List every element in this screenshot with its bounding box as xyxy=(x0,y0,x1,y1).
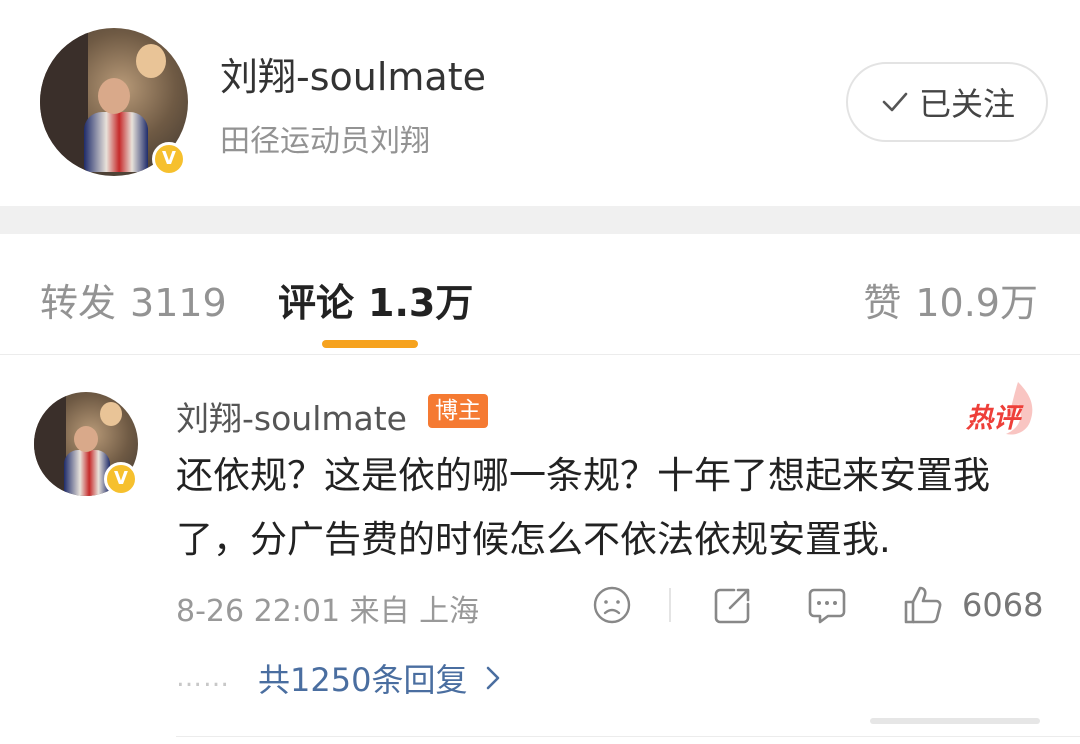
tab-comments[interactable]: 评论 1.3万 xyxy=(278,272,473,327)
avatar-child-face xyxy=(74,426,98,452)
action-divider xyxy=(669,588,671,622)
author-badge: 博主 xyxy=(428,394,488,428)
comment-icon[interactable] xyxy=(806,584,848,626)
tab-comments-count: 1.3万 xyxy=(368,281,474,325)
tab-repost-count: 3119 xyxy=(130,281,227,325)
tab-repost-label: 转发 xyxy=(40,281,117,325)
tab-likes-count: 10.9万 xyxy=(915,281,1038,325)
active-tab-indicator xyxy=(322,340,418,348)
sad-emoji-icon[interactable] xyxy=(592,584,632,626)
tab-comments-label: 评论 xyxy=(278,281,355,325)
profile-header: V 刘翔-soulmate 田径运动员刘翔 已关注 xyxy=(0,0,1080,206)
follow-button[interactable]: 已关注 xyxy=(846,62,1048,142)
hot-comment-label: 热评 xyxy=(966,403,1020,434)
avatar-background xyxy=(34,392,66,496)
profile-name[interactable]: 刘翔-soulmate xyxy=(220,46,486,101)
tab-repost[interactable]: 转发 3119 xyxy=(40,272,227,327)
watermark-dots-icon xyxy=(870,718,1040,724)
comment-item: V 刘翔-soulmate 博主 热评 还依规？这是依的哪一条规？十年了想起来安… xyxy=(0,356,1080,744)
comment-divider xyxy=(176,736,1080,737)
tab-likes-label: 赞 xyxy=(863,281,902,325)
replies-label: 共1250条回复 xyxy=(258,661,468,699)
avatar-child-body xyxy=(64,450,110,496)
tab-likes[interactable]: 赞 10.9万 xyxy=(863,272,1038,327)
avatar-child-body xyxy=(84,112,148,172)
section-separator xyxy=(0,206,1080,234)
comment-text: 还依规？这是依的哪一条规？十年了想起来安置我了，分广告费的时候怎么不依法依规安置… xyxy=(176,454,990,561)
hot-comment-badge: 热评 xyxy=(960,378,1040,438)
avatar-background xyxy=(40,28,88,176)
like-count: 6068 xyxy=(962,586,1044,624)
replies-dots: …… xyxy=(176,663,230,693)
follow-button-label: 已关注 xyxy=(918,85,1015,123)
avatar-doll xyxy=(136,44,166,78)
avatar-doll xyxy=(100,402,122,426)
share-icon[interactable] xyxy=(712,584,754,626)
profile-description: 田径运动员刘翔 xyxy=(220,124,430,159)
thumbs-up-icon[interactable] xyxy=(902,584,944,626)
avatar-child-face xyxy=(98,78,130,114)
verified-badge-icon: V xyxy=(152,142,186,176)
chevron-right-icon xyxy=(487,666,500,690)
commenter-name[interactable]: 刘翔-soulmate xyxy=(176,392,407,440)
comment-meta: 8-26 22:01 来自 上海 xyxy=(176,594,480,629)
check-icon xyxy=(882,92,908,112)
verified-badge-icon: V xyxy=(104,462,138,496)
view-replies-link[interactable]: …… 共1250条回复 xyxy=(176,656,501,700)
tab-bar: 转发 3119 评论 1.3万 赞 10.9万 xyxy=(0,234,1080,355)
